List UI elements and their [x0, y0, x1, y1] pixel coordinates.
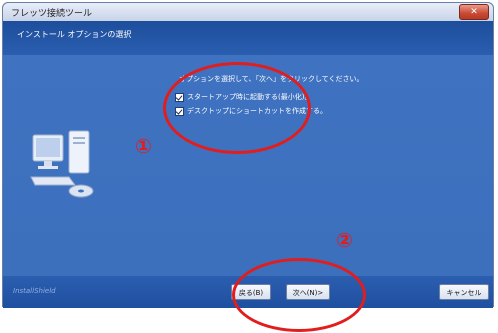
close-button[interactable]: ✕ [459, 4, 489, 20]
page-title: インストール オプションの選択 [17, 30, 132, 39]
title-bar: フレッツ接続ツール ✕ [3, 3, 493, 22]
installshield-brand: InstallShield [13, 287, 56, 295]
cancel-button[interactable]: キャンセル [439, 284, 489, 300]
annotation-circle-2 [232, 258, 366, 332]
annotation-circle-1 [163, 62, 311, 154]
annotation-marker-2: ② [336, 228, 353, 252]
computer-icon [30, 130, 94, 198]
window-title: フレッツ接続ツール [11, 9, 93, 19]
header-banner: インストール オプションの選択 [3, 21, 493, 55]
annotation-marker-1: ① [135, 134, 152, 158]
installer-window: フレッツ接続ツール ✕ インストール オプションの選択 オプションを選択して、「… [2, 2, 494, 308]
